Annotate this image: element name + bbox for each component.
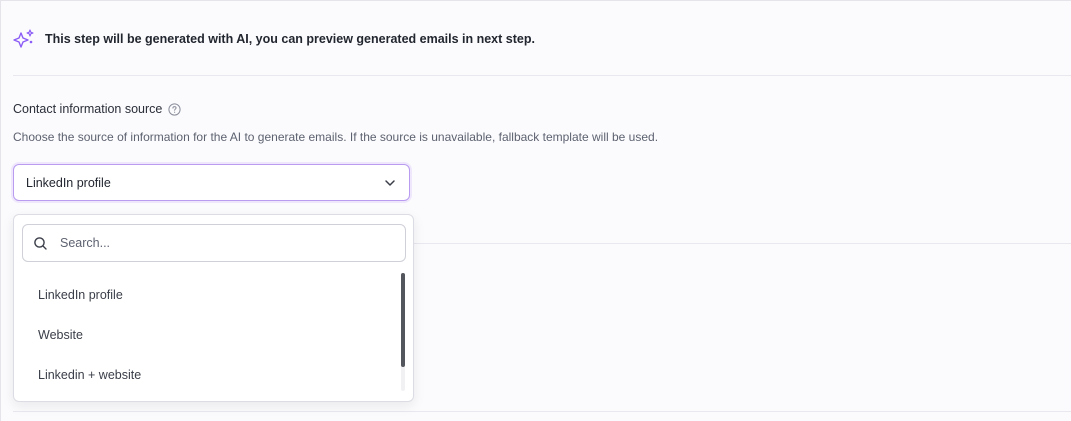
divider (13, 411, 1071, 412)
scrollbar-thumb[interactable] (401, 273, 405, 367)
option-linkedin-website[interactable]: Linkedin + website (14, 355, 394, 395)
contact-source-label: Contact information source (13, 102, 163, 116)
source-dropdown-menu: LinkedIn profile Website Linkedin + webs… (13, 214, 414, 402)
ai-step-panel: This step will be generated with AI, you… (0, 0, 1071, 421)
option-list: LinkedIn profile Website Linkedin + webs… (14, 275, 394, 395)
dropdown-scrollbar[interactable] (401, 273, 405, 391)
contact-source-description: Choose the source of information for the… (13, 130, 659, 144)
contact-source-select[interactable]: LinkedIn profile (13, 164, 410, 201)
selected-value: LinkedIn profile (26, 175, 111, 190)
ai-banner-text: This step will be generated with AI, you… (45, 32, 535, 46)
search-icon (34, 236, 47, 250)
option-website[interactable]: Website (14, 315, 394, 355)
ai-banner: This step will be generated with AI, you… (13, 27, 535, 51)
help-circle-icon[interactable] (168, 102, 181, 116)
dropdown-search[interactable] (22, 224, 406, 262)
contact-source-label-row: Contact information source (13, 102, 181, 116)
sparkle-icon (13, 29, 34, 48)
divider (13, 75, 1071, 76)
chevron-down-icon (385, 179, 395, 186)
option-linkedin-profile[interactable]: LinkedIn profile (14, 275, 394, 315)
search-input[interactable] (60, 236, 395, 250)
